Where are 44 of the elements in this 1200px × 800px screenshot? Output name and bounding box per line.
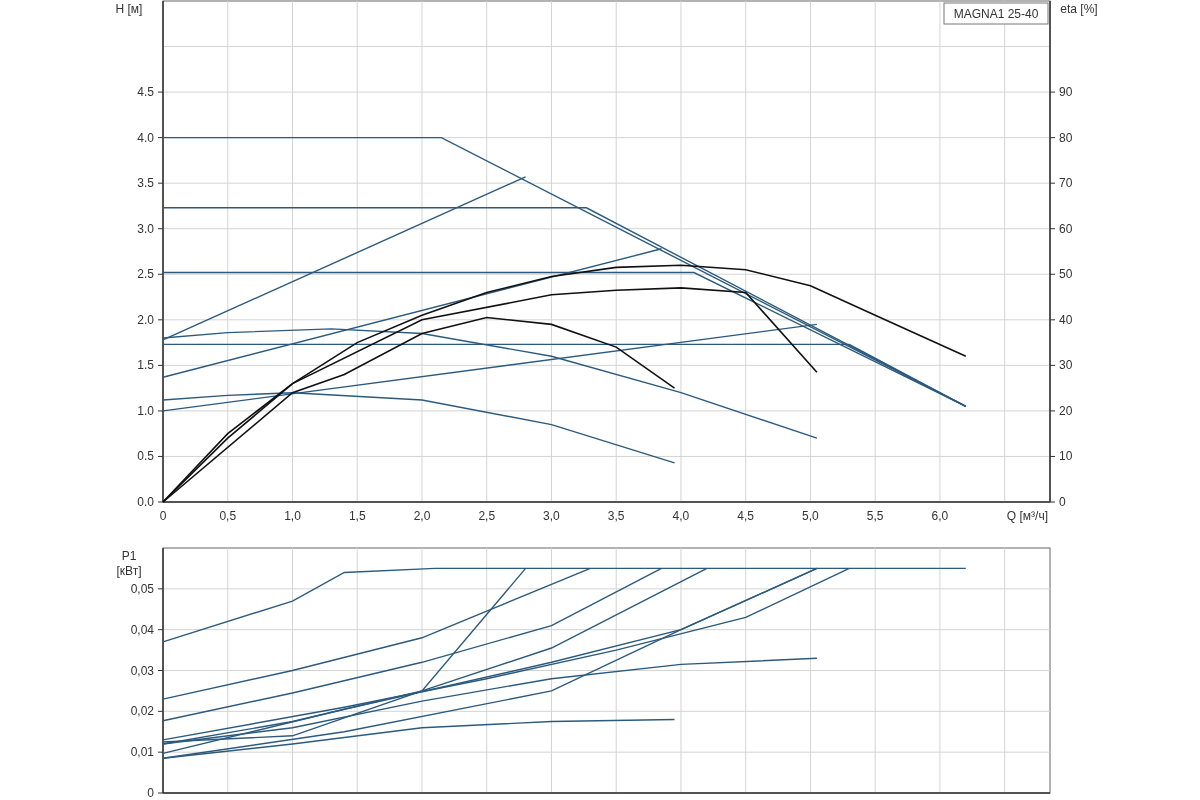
tick-label: 0.0 [137, 495, 154, 509]
axis-title: Q [м³/ч] [1006, 509, 1048, 523]
tick-label: 5,0 [802, 509, 819, 523]
tick-label: 0,03 [130, 663, 154, 678]
tick-label: 3,5 [607, 509, 625, 523]
tick-label: 4.0 [137, 130, 154, 145]
tick-label: 90 [1059, 85, 1073, 100]
tick-label: 3.5 [137, 176, 154, 191]
tick-label: 50 [1059, 267, 1073, 282]
tick-label: 0,5 [219, 509, 237, 523]
tick-label: 30 [1059, 358, 1073, 373]
tick-label: 0 [1059, 495, 1066, 509]
tick-label: 1.5 [137, 358, 154, 373]
model-label: MAGNA1 25-40 [943, 2, 1049, 25]
tick-label: 4,0 [672, 509, 690, 523]
tick-label: 1,0 [284, 509, 301, 523]
tick-label: 5,5 [866, 509, 884, 523]
axis-title: P1 [кВт] [115, 549, 143, 579]
tick-label: 3,0 [543, 509, 560, 523]
tick-label: 0 [147, 786, 154, 800]
tick-label: 6,0 [931, 509, 949, 523]
tick-label: 20 [1059, 403, 1073, 418]
tick-label: 60 [1059, 221, 1073, 236]
tick-label: 2.0 [137, 312, 154, 327]
tick-label: 40 [1059, 312, 1073, 327]
tick-label: 80 [1059, 130, 1073, 145]
tick-label: 2,5 [478, 509, 496, 523]
tick-label: 0 [159, 509, 167, 523]
axis-title: eta [%] [1059, 2, 1099, 17]
tick-label: 2,0 [413, 509, 431, 523]
tick-label: 1.0 [137, 403, 154, 418]
tick-label: 70 [1059, 176, 1073, 191]
tick-label: 2.5 [137, 267, 154, 282]
tick-label: 3.0 [137, 221, 154, 236]
tick-label: 0,04 [130, 622, 154, 637]
tick-label: 0.5 [137, 449, 154, 464]
axis-title: H [м] [114, 2, 144, 17]
tick-label: 10 [1059, 449, 1073, 464]
tick-label: 0,01 [130, 745, 154, 760]
tick-label: 1,5 [348, 509, 366, 523]
tick-label: 0,05 [130, 581, 154, 596]
tick-label: 4.5 [137, 85, 154, 100]
tick-label: 4,5 [737, 509, 755, 523]
tick-label: 0,02 [130, 704, 154, 719]
